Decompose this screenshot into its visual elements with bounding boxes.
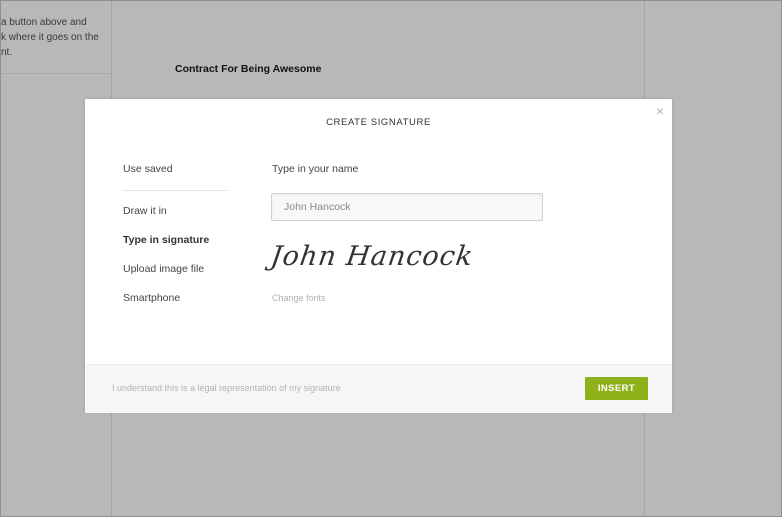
document-title: Contract For Being Awesome	[175, 63, 322, 75]
nav-item-type-in-signature[interactable]: Type in signature	[123, 234, 209, 246]
nav-item-upload-image-file[interactable]: Upload image file	[123, 263, 204, 275]
left-panel-divider	[1, 73, 111, 74]
name-input[interactable]	[271, 193, 543, 221]
create-signature-modal: × CREATE SIGNATURE Use saved Draw it in …	[85, 99, 672, 413]
nav-divider	[123, 190, 227, 191]
change-fonts-link[interactable]: Change fonts	[272, 293, 326, 303]
legal-notice: I understand this is a legal representat…	[112, 383, 341, 393]
nav-item-draw-it-in[interactable]: Draw it in	[123, 205, 167, 217]
signature-preview: John Hancock	[268, 241, 476, 272]
help-text: a button above and k where it goes on th…	[1, 17, 99, 58]
insert-button[interactable]: INSERT	[585, 377, 648, 400]
modal-title: CREATE SIGNATURE	[326, 117, 431, 128]
modal-footer: I understand this is a legal representat…	[85, 364, 672, 413]
nav-item-use-saved[interactable]: Use saved	[123, 163, 173, 175]
nav-item-smartphone[interactable]: Smartphone	[123, 292, 180, 304]
name-field-label: Type in your name	[272, 163, 359, 175]
